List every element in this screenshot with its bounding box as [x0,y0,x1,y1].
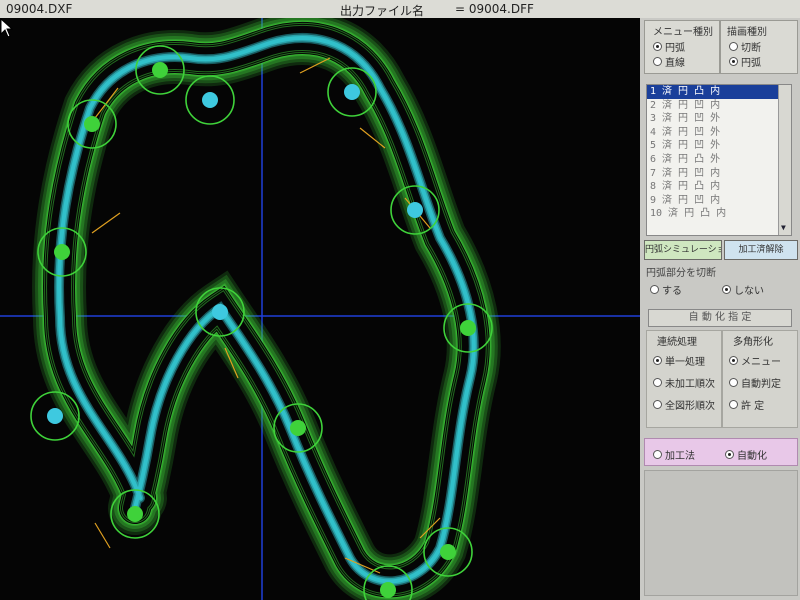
radio-dot-icon [729,57,738,66]
output-file-name: = 09004.DFF [455,2,534,16]
radio-dot-icon [653,450,662,459]
radio-dot-icon [729,42,738,51]
radio-dot-icon [729,356,738,365]
list-item[interactable]: 7 済 円 凹 内 [647,167,791,181]
mode-process-radio[interactable]: 加工法 [653,447,695,462]
list-item[interactable]: 10 済 円 凸 内 [647,207,791,221]
list-item[interactable]: 2 済 円 凹 内 [647,99,791,113]
element-list[interactable]: 1 済 円 凸 内2 済 円 凹 内3 済 円 凹 外4 済 円 凹 外5 済 … [646,84,792,236]
node-point [290,420,306,436]
radio-dot-icon [729,400,738,409]
toolpath-drawing [0,18,640,600]
list-item[interactable]: 1 済 円 凸 内 [647,85,791,99]
node-point [344,84,360,100]
single-process-radio[interactable]: 単一処理 [653,353,705,368]
node-point [127,506,143,522]
node-point [152,62,168,78]
radio-dot-icon [725,450,734,459]
draw-type-arc-radio[interactable]: 円弧 [729,54,761,69]
node-point [212,304,228,320]
continuous-process-title: 連続処理 [657,337,697,348]
simulation-button[interactable]: 円弧シミュレーション [644,240,722,260]
unprocessed-seq-radio[interactable]: 未加工順次 [653,375,715,390]
node-point [202,92,218,108]
control-panel: メニュー種別 円弧 直線 描画種別 切断 円弧 1 済 円 凸 内2 済 円 凹… [640,18,800,600]
menu-type-arc-radio[interactable]: 円弧 [653,39,685,54]
lead-line [91,212,121,234]
list-scrollbar[interactable]: ▼ [778,85,791,235]
node-point [54,244,70,260]
cut-question-label: 円弧部分を切断 [646,268,716,279]
polygon-title: 多角形化 [733,337,773,348]
draw-type-cut-radio[interactable]: 切断 [729,39,761,54]
polygon-auto-radio[interactable]: 自動判定 [729,375,781,390]
node-point [84,116,100,132]
mode-auto-radio[interactable]: 自動化 [725,447,767,462]
node-point [47,408,63,424]
node-point [407,202,423,218]
menu-type-group: メニュー種別 円弧 直線 [644,20,720,74]
output-label: 出力ファイル名 [340,4,425,18]
blank-panel [644,470,798,596]
all-shapes-seq-radio[interactable]: 全図形順次 [653,397,715,412]
mode-bar: 加工法 自動化 [644,438,798,466]
lead-line [94,522,111,549]
auto-spec-header: 自 動 化 指 定 [648,309,792,327]
draw-type-group: 描画種別 切断 円弧 [720,20,798,74]
file-name: 09004.DXF [6,2,73,16]
menu-type-line-radio[interactable]: 直線 [653,54,685,69]
list-item[interactable]: 9 済 円 凹 内 [647,194,791,208]
radio-dot-icon [650,285,659,294]
title-bar: 09004.DXF 出力ファイル名 = 09004.DFF [0,0,800,18]
radio-dot-icon [729,378,738,387]
draw-type-title: 描画種別 [727,27,767,38]
node-point [440,544,456,560]
list-item[interactable]: 4 済 円 凹 外 [647,126,791,140]
list-item[interactable]: 8 済 円 凸 内 [647,180,791,194]
list-item[interactable]: 3 済 円 凹 外 [647,112,791,126]
cut-yes-radio[interactable]: する [650,282,682,297]
radio-dot-icon [653,378,662,387]
release-done-button[interactable]: 加工済解除 [724,240,798,260]
radio-dot-icon [653,42,662,51]
node-point [380,582,396,598]
list-item[interactable]: 5 済 円 凹 外 [647,139,791,153]
node-point [460,320,476,336]
radio-dot-icon [653,400,662,409]
polygon-menu-radio[interactable]: メニュー [729,353,781,368]
cut-no-radio[interactable]: しない [722,282,764,297]
polygon-allow-radio[interactable]: 許 定 [729,397,764,412]
menu-type-title: メニュー種別 [653,27,713,38]
continuous-process-group: 連続処理 単一処理 未加工順次 全図形順次 [646,330,722,428]
mouse-pointer-icon [0,18,14,38]
scroll-down-icon[interactable]: ▼ [781,223,786,232]
drawing-canvas[interactable] [0,18,640,600]
list-item[interactable]: 6 済 円 凸 外 [647,153,791,167]
polygon-group: 多角形化 メニュー 自動判定 許 定 [722,330,798,428]
radio-dot-icon [722,285,731,294]
radio-dot-icon [653,356,662,365]
radio-dot-icon [653,57,662,66]
